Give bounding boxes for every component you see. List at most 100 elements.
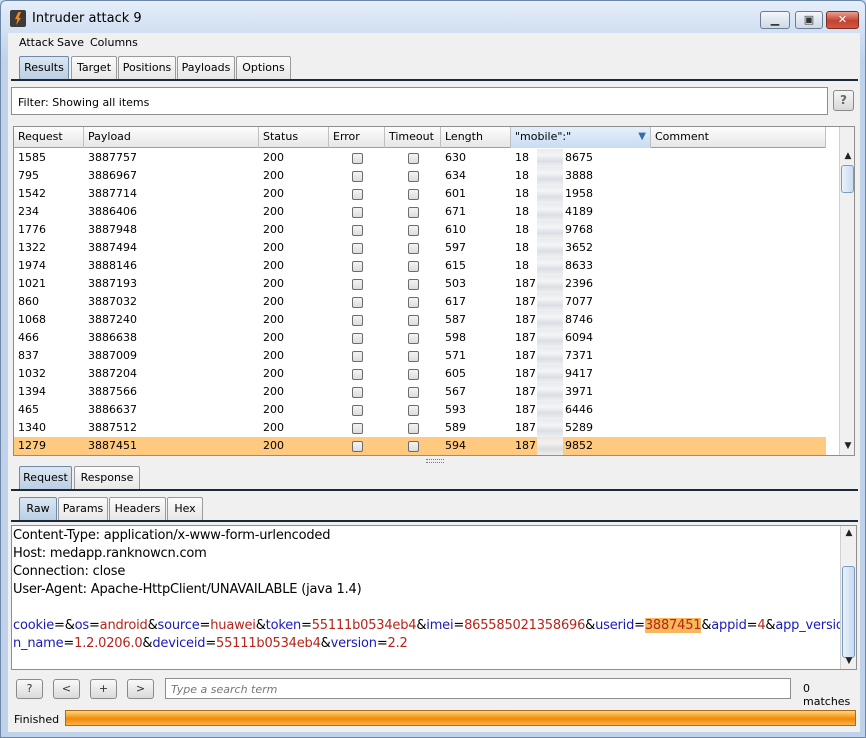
error-checkbox[interactable]	[352, 405, 363, 416]
table-row[interactable]: 1322 3887494 200 597 18 3652	[14, 239, 826, 257]
table-scroll-thumb[interactable]	[841, 165, 854, 193]
tab-request[interactable]: Request	[19, 466, 72, 490]
timeout-checkbox[interactable]	[408, 297, 419, 308]
timeout-checkbox[interactable]	[408, 369, 419, 380]
timeout-checkbox[interactable]	[408, 405, 419, 416]
close-button[interactable]: ✕	[826, 11, 859, 29]
search-help-button[interactable]: ?	[16, 679, 43, 699]
error-checkbox[interactable]	[352, 243, 363, 254]
timeout-checkbox[interactable]	[408, 171, 419, 182]
table-row[interactable]: 466 3886638 200 598 187 6094	[14, 329, 826, 347]
menu-columns[interactable]: Columns	[90, 36, 138, 49]
cell-payload: 3887204	[88, 367, 137, 380]
table-row[interactable]: 465 3886637 200 593 187 6446	[14, 401, 826, 419]
table-scrollbar[interactable]: ▲ ▼	[839, 127, 854, 455]
timeout-checkbox[interactable]	[408, 333, 419, 344]
error-checkbox[interactable]	[352, 351, 363, 362]
search-input[interactable]: Type a search term	[165, 678, 791, 699]
tab-payloads[interactable]: Payloads	[177, 56, 235, 80]
table-row[interactable]: 1394 3887566 200 567 187 3971	[14, 383, 826, 401]
tab-headers[interactable]: Headers	[109, 497, 166, 521]
timeout-checkbox[interactable]	[408, 153, 419, 164]
error-checkbox[interactable]	[352, 333, 363, 344]
editor-scroll-down-icon[interactable]: ▼	[844, 656, 854, 666]
editor-scroll-thumb[interactable]	[842, 566, 855, 658]
tab-results[interactable]: Results	[19, 56, 69, 80]
col-payload[interactable]: Payload	[84, 127, 259, 148]
maximize-button[interactable]: ▣	[795, 11, 823, 29]
table-row[interactable]: 1279 3887451 200 594 187 9852	[14, 437, 826, 455]
error-checkbox[interactable]	[352, 225, 363, 236]
error-checkbox[interactable]	[352, 207, 363, 218]
col-request[interactable]: Request	[14, 127, 84, 148]
tab-raw[interactable]: Raw	[19, 497, 57, 521]
col-comment[interactable]: Comment	[651, 127, 826, 148]
timeout-checkbox[interactable]	[408, 315, 419, 326]
col-error[interactable]: Error	[329, 127, 385, 148]
col-length[interactable]: Length	[441, 127, 511, 148]
col-status[interactable]: Status	[259, 127, 329, 148]
title-bar[interactable]: Intruder attack 9 ▁ ▣ ✕	[1, 1, 865, 32]
error-checkbox[interactable]	[352, 189, 363, 200]
error-checkbox[interactable]	[352, 315, 363, 326]
error-checkbox[interactable]	[352, 297, 363, 308]
table-row[interactable]: 1542 3887714 200 601 18 1958	[14, 185, 826, 203]
scroll-down-icon[interactable]: ▼	[843, 441, 853, 451]
param-name: os	[74, 618, 90, 633]
search-next-button[interactable]: >	[127, 679, 154, 699]
table-row[interactable]: 837 3887009 200 571 187 7371	[14, 347, 826, 365]
minimize-button[interactable]: ▁	[760, 11, 790, 29]
timeout-checkbox[interactable]	[408, 387, 419, 398]
table-row[interactable]: 1974 3888146 200 615 18 8633	[14, 257, 826, 275]
timeout-checkbox[interactable]	[408, 441, 419, 452]
timeout-checkbox[interactable]	[408, 279, 419, 290]
error-checkbox[interactable]	[352, 153, 363, 164]
search-prev-button[interactable]: <	[53, 679, 80, 699]
error-checkbox[interactable]	[352, 441, 363, 452]
error-checkbox[interactable]	[352, 369, 363, 380]
table-row[interactable]: 1021 3887193 200 503 187 2396	[14, 275, 826, 293]
scroll-up-icon[interactable]: ▲	[843, 151, 853, 161]
col-timeout[interactable]: Timeout	[385, 127, 441, 148]
table-row[interactable]: 1340 3887512 200 589 187 5289	[14, 419, 826, 437]
timeout-checkbox[interactable]	[408, 225, 419, 236]
timeout-checkbox[interactable]	[408, 243, 419, 254]
error-checkbox[interactable]	[352, 279, 363, 290]
filter-bar[interactable]: Filter: Showing all items	[11, 87, 828, 115]
tab-response[interactable]: Response	[74, 466, 140, 490]
table-row[interactable]: 795 3886967 200 634 18 3888	[14, 167, 826, 185]
editor-scrollbar[interactable]: ▲ ▼	[840, 526, 856, 669]
error-checkbox[interactable]	[352, 171, 363, 182]
tab-params[interactable]: Params	[58, 497, 108, 521]
filter-help-button[interactable]: ?	[833, 90, 854, 111]
table-row[interactable]: 1585 3887757 200 630 18 8675	[14, 149, 826, 167]
tab-target[interactable]: Target	[71, 56, 117, 80]
table-row[interactable]: 1032 3887204 200 605 187 9417	[14, 365, 826, 383]
table-row[interactable]: 1068 3887240 200 587 187 8746	[14, 311, 826, 329]
menu-attack[interactable]: Attack	[19, 36, 54, 49]
param-delimiter: =	[301, 618, 312, 633]
tab-hex[interactable]: Hex	[167, 497, 203, 521]
error-checkbox[interactable]	[352, 261, 363, 272]
menu-save[interactable]: Save	[57, 36, 84, 49]
tab-options[interactable]: Options	[236, 56, 291, 80]
table-row[interactable]: 1776 3887948 200 610 18 9768	[14, 221, 826, 239]
error-checkbox[interactable]	[352, 387, 363, 398]
tab-positions[interactable]: Positions	[118, 56, 176, 80]
param-delimiter: =	[746, 618, 758, 633]
table-row[interactable]: 234 3886406 200 671 18 4189	[14, 203, 826, 221]
pane-splitter[interactable]	[426, 459, 444, 463]
col-mobile[interactable]: "mobile":" ▼	[511, 127, 651, 148]
timeout-checkbox[interactable]	[408, 207, 419, 218]
raw-request-editor[interactable]: Content-Type: application/x-www-form-url…	[11, 525, 857, 670]
error-checkbox[interactable]	[352, 423, 363, 434]
table-row[interactable]: 860 3887032 200 617 187 7077	[14, 293, 826, 311]
timeout-checkbox[interactable]	[408, 351, 419, 362]
search-add-button[interactable]: +	[90, 679, 117, 699]
timeout-checkbox[interactable]	[408, 261, 419, 272]
timeout-checkbox[interactable]	[408, 189, 419, 200]
sub-tabs: Raw Params Headers Hex	[19, 497, 219, 521]
editor-scroll-up-icon[interactable]: ▲	[844, 528, 854, 538]
cell-mobile-prefix: 187	[515, 349, 536, 362]
timeout-checkbox[interactable]	[408, 423, 419, 434]
